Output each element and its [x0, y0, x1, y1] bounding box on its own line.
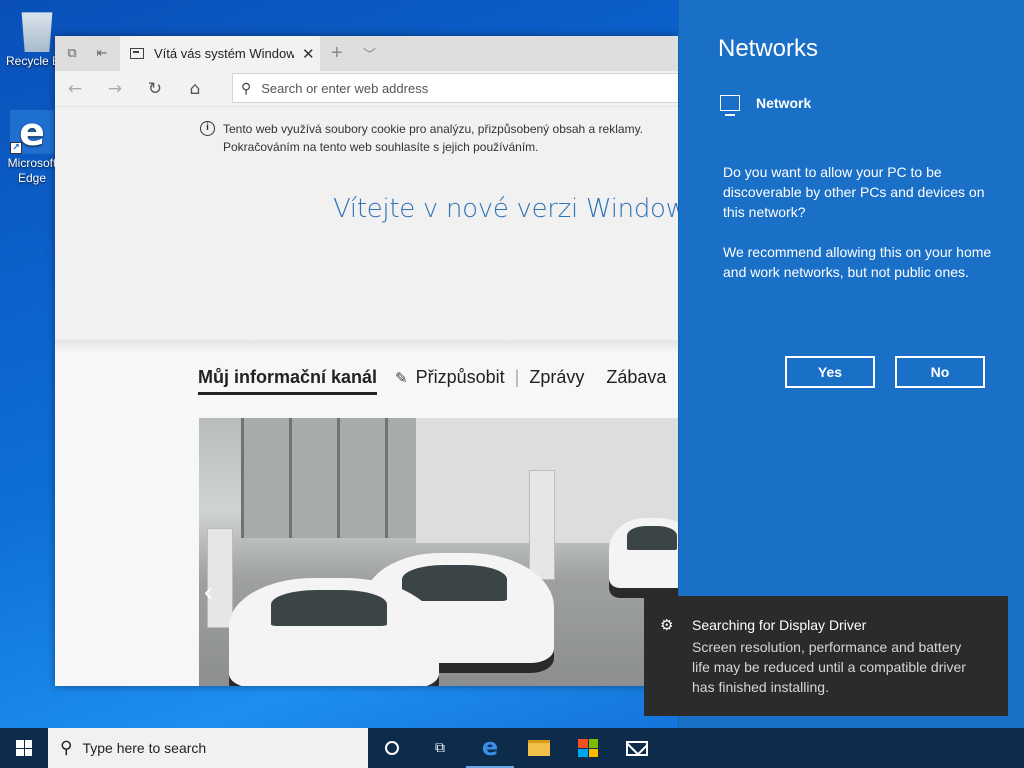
- tab-bar: ⧉ ⇤ Vítá vás systém Windows 10 ✕ + ﹀: [55, 36, 678, 71]
- refresh-icon[interactable]: ↻: [143, 78, 167, 100]
- desktop-icon-edge[interactable]: e ↗ Microsoft Edge: [6, 110, 58, 186]
- windows-logo-icon: [16, 740, 32, 756]
- customize-link[interactable]: Přizpůsobit: [416, 367, 505, 395]
- address-placeholder: Search or enter web address: [261, 80, 429, 96]
- taskbar-search[interactable]: ⚲ Type here to search: [48, 728, 368, 768]
- network-name: Network: [756, 95, 812, 111]
- photo-building: [241, 418, 416, 538]
- task-view-button[interactable]: ⧉: [416, 728, 464, 768]
- news-feed: Můj informační kanál ✎ Přizpůsobit | Zpr…: [55, 352, 678, 686]
- discoverable-recommendation: We recommend allowing this on your home …: [723, 244, 992, 280]
- chevron-down-icon[interactable]: ﹀: [363, 44, 376, 63]
- no-button[interactable]: No: [895, 356, 985, 388]
- desktop-icon-label: Microsoft Edge: [7, 156, 57, 185]
- tab-preview-button[interactable]: ⧉: [61, 43, 83, 63]
- store-icon: [578, 739, 598, 757]
- page-content: i Tento web využívá soubory cookie pro a…: [55, 108, 678, 686]
- nav-bar: ← → ↻ ⌂ ⚲ Search or enter web address: [55, 71, 678, 107]
- edge-icon: e: [481, 733, 499, 761]
- tab-active[interactable]: Vítá vás systém Windows 10 ✕: [120, 36, 320, 71]
- tab-my-feed[interactable]: Můj informační kanál: [198, 367, 378, 395]
- toast-title: Searching for Display Driver: [692, 617, 867, 633]
- feed-nav: Můj informační kanál ✎ Přizpůsobit | Zpr…: [198, 367, 666, 395]
- mail-button[interactable]: [613, 728, 661, 768]
- mail-icon: [626, 740, 648, 756]
- search-icon: ⚲: [60, 738, 73, 757]
- close-tab-icon[interactable]: ✕: [302, 45, 315, 63]
- yes-button[interactable]: Yes: [785, 356, 875, 388]
- welcome-heading: Vítejte v nové verzi Windows: [333, 194, 678, 224]
- search-icon: ⚲: [241, 79, 252, 96]
- network-item[interactable]: Network: [720, 95, 812, 116]
- home-icon[interactable]: ⌂: [183, 78, 207, 100]
- file-explorer-icon: [528, 740, 550, 756]
- featured-news-image[interactable]: ‹: [199, 418, 678, 686]
- set-tabs-aside-button[interactable]: ⇤: [91, 43, 113, 63]
- task-view-icon: ⧉: [435, 740, 445, 756]
- forward-icon[interactable]: →: [103, 78, 127, 100]
- cookie-notice: i Tento web využívá soubory cookie pro a…: [200, 120, 678, 156]
- back-icon[interactable]: ←: [63, 78, 87, 100]
- tab-title: Vítá vás systém Windows 10: [154, 46, 294, 61]
- carousel-prev-icon[interactable]: ‹: [203, 578, 213, 608]
- discoverable-question: Do you want to allow your PC to be disco…: [723, 164, 985, 220]
- store-button[interactable]: [564, 728, 612, 768]
- taskbar-edge-button[interactable]: e: [466, 728, 514, 768]
- file-explorer-button[interactable]: [515, 728, 563, 768]
- notification-toast[interactable]: ⚙ Searching for Display Driver Screen re…: [644, 596, 1008, 716]
- pencil-icon: ✎: [395, 369, 408, 387]
- browser-window: ⧉ ⇤ Vítá vás systém Windows 10 ✕ + ﹀ ← →…: [55, 36, 678, 686]
- page-favicon-icon: [130, 48, 144, 59]
- section-divider: [55, 340, 678, 352]
- edge-icon: e ↗: [10, 110, 54, 154]
- info-icon: i: [200, 121, 215, 136]
- new-tab-icon[interactable]: +: [331, 42, 343, 65]
- cortana-button[interactable]: [368, 728, 416, 768]
- gear-icon: ⚙: [660, 616, 674, 634]
- tab-entertainment[interactable]: Zábava: [606, 367, 666, 395]
- shortcut-arrow-icon: ↗: [10, 142, 22, 154]
- tab-news[interactable]: Zprávy: [529, 367, 584, 395]
- toast-body: Screen resolution, performance and batte…: [692, 639, 966, 695]
- taskbar: ⚲ Type here to search ⧉ e: [0, 728, 1024, 768]
- ethernet-icon: [720, 95, 740, 116]
- start-button[interactable]: [0, 728, 48, 768]
- taskbar-search-placeholder: Type here to search: [82, 740, 207, 756]
- cortana-icon: [385, 741, 399, 755]
- address-bar[interactable]: ⚲ Search or enter web address: [232, 73, 678, 103]
- separator: |: [514, 367, 520, 387]
- recycle-bin-icon: [21, 12, 53, 52]
- panel-title: Networks: [718, 35, 819, 62]
- cookie-notice-text: Tento web využívá soubory cookie pro ana…: [223, 122, 644, 154]
- photo-car: [229, 578, 439, 686]
- photo-car: [609, 518, 678, 598]
- photo-charger: [529, 470, 555, 580]
